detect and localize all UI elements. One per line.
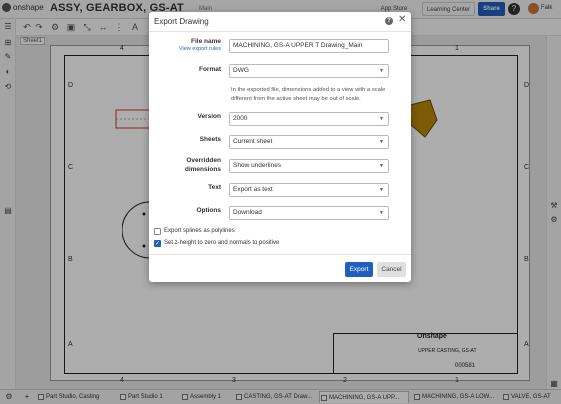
export-button[interactable]: Export bbox=[345, 262, 373, 277]
text-select[interactable]: Export as text ▼ bbox=[229, 183, 389, 197]
options-value: Download bbox=[233, 209, 262, 216]
format-label: Format bbox=[198, 66, 221, 73]
overridden-dimensions-value: Show underlines bbox=[233, 162, 282, 169]
export-splines-label[interactable]: Export splines as polylines bbox=[164, 228, 235, 234]
z-height-checkbox[interactable]: ✓ bbox=[154, 240, 161, 247]
format-note: In the exported file, dimensions added t… bbox=[231, 87, 386, 102]
version-select[interactable]: 2000 ▼ bbox=[229, 112, 389, 126]
version-value: 2000 bbox=[233, 115, 248, 122]
view-export-rules-link[interactable]: View export rules bbox=[149, 46, 221, 52]
dialog-divider bbox=[149, 31, 411, 32]
overridden-dimensions-label-line2: dimensions bbox=[184, 166, 221, 173]
sheets-select[interactable]: Current sheet ▼ bbox=[229, 135, 389, 149]
dialog-footer-divider bbox=[149, 254, 411, 255]
z-height-label[interactable]: Set z-height to zero and normals to posi… bbox=[164, 240, 279, 246]
overridden-dimensions-select[interactable]: Show underlines ▼ bbox=[229, 159, 389, 173]
text-value: Export as text bbox=[233, 186, 273, 193]
chevron-down-icon: ▼ bbox=[379, 187, 384, 193]
options-label: Options bbox=[196, 207, 221, 214]
dialog-title: Export Drawing bbox=[154, 17, 209, 26]
chevron-down-icon: ▼ bbox=[379, 68, 384, 74]
chevron-down-icon: ▼ bbox=[379, 210, 384, 216]
format-select[interactable]: DWG ▼ bbox=[229, 64, 389, 78]
help-icon[interactable]: ? bbox=[385, 17, 393, 25]
export-splines-checkbox[interactable] bbox=[154, 228, 161, 235]
file-name-label: File name bbox=[191, 38, 221, 45]
file-name-field[interactable]: MACHINING, GS-A UPPER T Drawing_Main bbox=[229, 39, 389, 53]
cancel-button[interactable]: Cancel bbox=[377, 262, 406, 277]
sheets-label: Sheets bbox=[199, 136, 221, 143]
options-select[interactable]: Download ▼ bbox=[229, 206, 389, 220]
format-value: DWG bbox=[233, 67, 249, 74]
chevron-down-icon: ▼ bbox=[379, 163, 384, 169]
sheets-value: Current sheet bbox=[233, 138, 273, 145]
export-drawing-dialog: Export Drawing ? ✕ File name View export… bbox=[149, 12, 411, 282]
text-label: Text bbox=[208, 184, 221, 191]
chevron-down-icon: ▼ bbox=[379, 139, 384, 145]
version-label: Version bbox=[197, 113, 221, 120]
overridden-dimensions-label-line1: Overridden bbox=[186, 157, 221, 164]
close-icon[interactable]: ✕ bbox=[398, 15, 406, 25]
chevron-down-icon: ▼ bbox=[379, 116, 384, 122]
